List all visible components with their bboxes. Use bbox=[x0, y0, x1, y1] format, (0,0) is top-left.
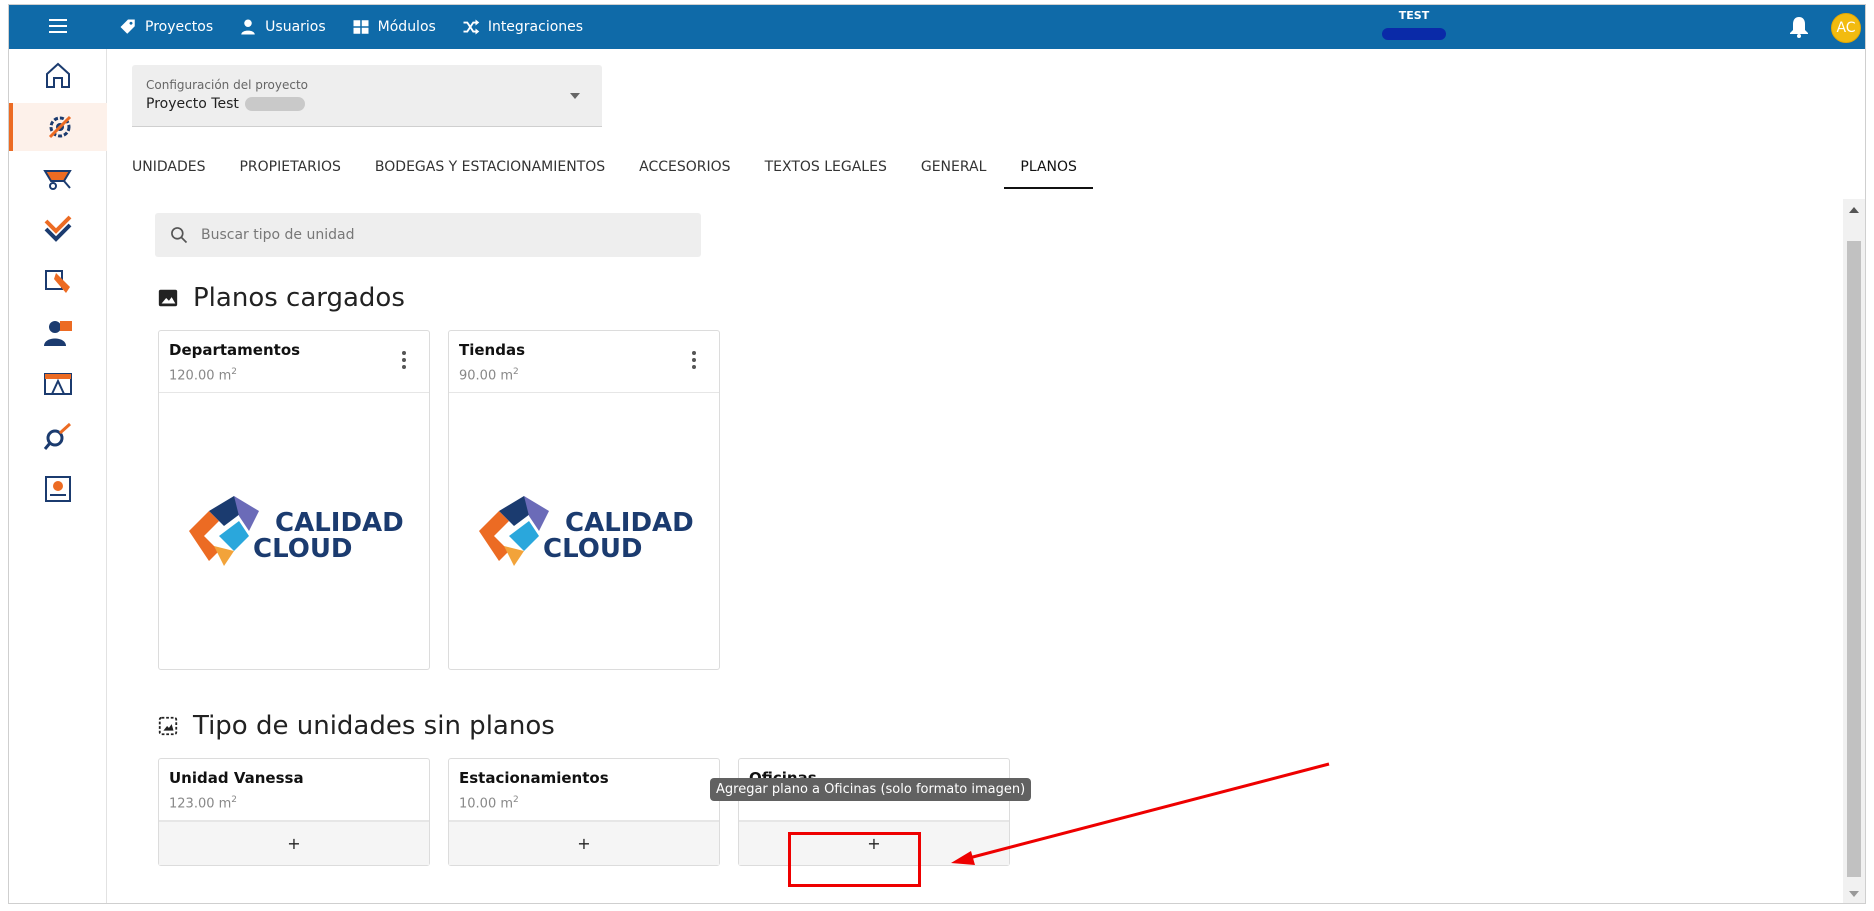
image-placeholder-icon bbox=[158, 716, 178, 736]
nav-integraciones[interactable]: Integraciones bbox=[462, 18, 583, 36]
tab-unidades[interactable]: UNIDADES bbox=[132, 149, 205, 189]
scroll-down-icon[interactable] bbox=[1849, 891, 1859, 897]
sidebar-item-inspection[interactable] bbox=[9, 413, 107, 461]
add-plan-button[interactable]: + bbox=[449, 821, 719, 865]
search-input[interactable] bbox=[201, 213, 681, 257]
checklist-icon bbox=[44, 215, 72, 242]
plan-image[interactable]: CALIDAD CLOUD bbox=[449, 393, 719, 669]
unit-card-name: Estacionamientos bbox=[459, 769, 609, 787]
money-icon bbox=[45, 476, 71, 502]
app-window: Proyectos Usuarios Módulos Integraciones… bbox=[8, 4, 1866, 904]
image-icon bbox=[158, 289, 178, 307]
scrollbar[interactable] bbox=[1843, 199, 1865, 903]
plan-card: Departamentos 120.00 m2 CALIDAD CLOUD bbox=[158, 330, 430, 670]
plan-image[interactable]: CALIDAD CLOUD bbox=[159, 393, 429, 669]
sidebar-item-transfer[interactable] bbox=[9, 257, 107, 305]
tab-bar: UNIDADES PROPIETARIOS BODEGAS Y ESTACION… bbox=[132, 149, 1127, 189]
wheelbarrow-icon bbox=[43, 170, 72, 190]
unit-card: Unidad Vanessa 123.00 m2 + bbox=[158, 758, 430, 866]
sidebar-item-checklist[interactable] bbox=[9, 205, 107, 253]
nav-modulos[interactable]: Módulos bbox=[352, 18, 436, 36]
sidebar-item-settings[interactable] bbox=[9, 103, 107, 151]
avatar[interactable]: AC bbox=[1831, 13, 1861, 43]
sidebar-item-home[interactable] bbox=[9, 51, 107, 99]
tab-bodegas[interactable]: BODEGAS Y ESTACIONAMIENTOS bbox=[375, 149, 605, 189]
unit-card: Estacionamientos 10.00 m2 + bbox=[448, 758, 720, 866]
environment-label: TEST bbox=[1398, 9, 1430, 22]
environment-pill bbox=[1382, 28, 1446, 40]
calidad-cloud-logo: CALIDAD CLOUD bbox=[189, 496, 404, 566]
caret-down-icon bbox=[570, 93, 580, 99]
sidebar-item-wheelbarrow[interactable] bbox=[9, 153, 107, 201]
nav-proyectos-label: Proyectos bbox=[145, 19, 214, 35]
calidad-cloud-logo: CALIDAD CLOUD bbox=[479, 496, 694, 566]
tab-general[interactable]: GENERAL bbox=[921, 149, 987, 189]
add-plan-button[interactable]: + bbox=[159, 821, 429, 865]
sidebar-item-users[interactable] bbox=[9, 309, 107, 357]
user-icon bbox=[241, 19, 255, 35]
unit-card-header: Unidad Vanessa 123.00 m2 bbox=[159, 759, 429, 821]
unit-card-area: 10.00 m2 bbox=[459, 795, 519, 812]
planos-panel: Planos cargados Departamentos 120.00 m2 bbox=[107, 209, 1839, 903]
nav-integraciones-label: Integraciones bbox=[487, 19, 584, 35]
nav-usuarios[interactable]: Usuarios bbox=[239, 18, 326, 36]
tab-planos[interactable]: PLANOS bbox=[1004, 149, 1093, 189]
plan-card: Tiendas 90.00 m2 CALIDAD CLOUD bbox=[448, 330, 720, 670]
sidebar-item-finance[interactable] bbox=[9, 465, 107, 513]
magnifier-icon bbox=[43, 422, 72, 450]
section-sin-planos: Tipo de unidades sin planos bbox=[157, 711, 555, 741]
project-select-value: Proyecto Test bbox=[146, 96, 239, 112]
annotation-highlight-box bbox=[788, 832, 921, 887]
redacted-text bbox=[244, 97, 305, 111]
home-icon bbox=[46, 62, 70, 88]
grid-icon bbox=[353, 20, 369, 34]
plan-card-area: 120.00 m2 bbox=[169, 367, 238, 384]
scroll-up-icon[interactable] bbox=[1849, 207, 1859, 213]
add-plan-tooltip: Agregar plano a Oficinas (solo formato i… bbox=[710, 778, 1032, 801]
plan-card-name: Tiendas bbox=[459, 341, 526, 359]
project-select-value-row: Proyecto Test bbox=[146, 96, 305, 112]
section-title-uploaded: Planos cargados bbox=[193, 283, 405, 313]
unit-card-name: Unidad Vanessa bbox=[169, 769, 304, 787]
plan-card-header: Tiendas 90.00 m2 bbox=[449, 331, 719, 393]
search-box bbox=[155, 213, 701, 257]
section-title-missing: Tipo de unidades sin planos bbox=[193, 711, 555, 741]
nav-proyectos[interactable]: Proyectos bbox=[119, 18, 213, 36]
unit-card-header: Estacionamientos 10.00 m2 bbox=[449, 759, 719, 821]
top-bar: Proyectos Usuarios Módulos Integraciones… bbox=[9, 5, 1865, 49]
scroll-thumb[interactable] bbox=[1847, 241, 1861, 877]
bell-icon[interactable] bbox=[1787, 15, 1811, 39]
tag-icon bbox=[120, 19, 135, 34]
nav-usuarios-label: Usuarios bbox=[265, 19, 326, 35]
section-planos-cargados: Planos cargados bbox=[157, 283, 405, 313]
plan-card-header: Departamentos 120.00 m2 bbox=[159, 331, 429, 393]
environment-indicator: TEST bbox=[1379, 9, 1449, 40]
tab-textos-legales[interactable]: TEXTOS LEGALES bbox=[765, 149, 887, 189]
more-vert-icon[interactable] bbox=[691, 351, 697, 371]
plan-card-area: 90.00 m2 bbox=[459, 367, 519, 384]
sidebar-item-board[interactable] bbox=[9, 361, 107, 409]
svg-text:CLOUD: CLOUD bbox=[543, 534, 643, 564]
transfer-icon bbox=[45, 270, 70, 293]
nav-modulos-label: Módulos bbox=[377, 19, 436, 35]
tab-propietarios[interactable]: PROPIETARIOS bbox=[239, 149, 340, 189]
unit-card-area: 123.00 m2 bbox=[169, 795, 238, 812]
more-vert-icon[interactable] bbox=[401, 351, 407, 371]
search-icon bbox=[171, 227, 188, 244]
top-nav: Proyectos Usuarios Módulos Integraciones bbox=[119, 5, 583, 49]
project-select-label: Configuración del proyecto bbox=[146, 78, 308, 92]
project-select[interactable]: Configuración del proyecto Proyecto Test bbox=[132, 65, 602, 127]
tab-accesorios[interactable]: ACCESORIOS bbox=[639, 149, 730, 189]
board-icon bbox=[44, 373, 72, 395]
menu-icon[interactable] bbox=[49, 19, 67, 33]
gear-icon bbox=[48, 115, 72, 139]
plan-card-name: Departamentos bbox=[169, 341, 301, 359]
main-content: Configuración del proyecto Proyecto Test… bbox=[107, 49, 1865, 903]
shuffle-icon bbox=[463, 19, 480, 35]
users-icon bbox=[44, 321, 72, 346]
svg-text:CLOUD: CLOUD bbox=[253, 534, 353, 564]
sidebar bbox=[9, 49, 107, 903]
